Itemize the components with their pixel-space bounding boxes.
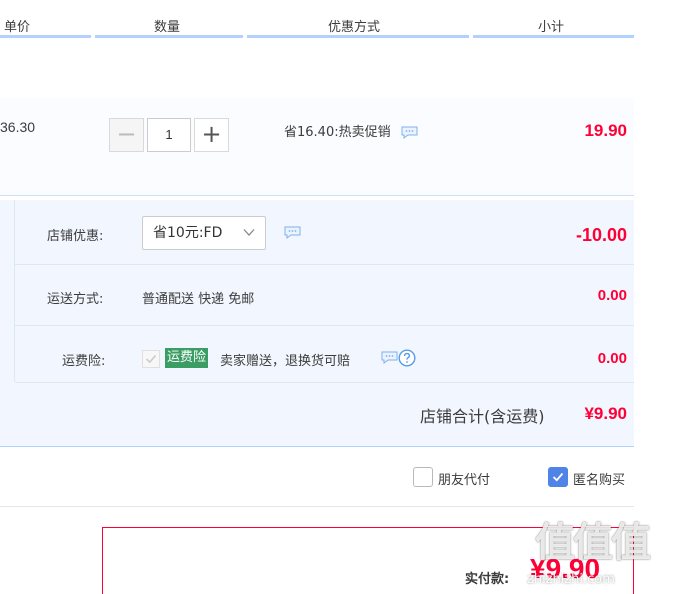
shop-divider (15, 325, 634, 326)
shipping-method-label: 运送方式: (47, 292, 104, 307)
shop-divider (15, 264, 634, 265)
header-underline (95, 35, 243, 38)
watermark-logo: 值值值 (535, 520, 651, 566)
cart-header: 单价 数量 优惠方式 小计 (0, 0, 634, 40)
anonymous-purchase-label: 匿名购买 (573, 473, 626, 488)
check-icon (145, 355, 157, 364)
promotion-text: 省16.40:热卖促销 (284, 125, 391, 140)
anonymous-purchase-checkbox[interactable] (548, 467, 568, 487)
decrease-quantity-button[interactable]: − (109, 118, 144, 152)
watermark-url: zhizhizhi.com (527, 572, 615, 587)
coupon-selected-value: 省10元:FD (153, 225, 223, 241)
header-price: 单价 (4, 20, 31, 35)
chevron-down-icon (243, 229, 255, 236)
increase-quantity-button[interactable]: + (194, 118, 229, 152)
actual-payment-label: 实付款: (465, 572, 510, 587)
friend-pay-checkbox[interactable] (413, 467, 433, 487)
shipping-value: 0.00 (597, 287, 627, 304)
item-promotion: 省16.40:热卖促销 (284, 121, 418, 140)
site-watermark: 值值值 zhizhizhi.com (525, 510, 682, 594)
insurance-tag: 运费险 (165, 348, 209, 368)
shop-coupon-label: 店铺优惠: (47, 229, 104, 244)
insurance-checkbox[interactable] (142, 350, 160, 368)
shop-total-label: 店铺合计(含运费) (420, 407, 545, 426)
message-icon[interactable] (284, 226, 301, 239)
shop-total-value: ¥9.90 (584, 404, 627, 423)
item-unit-price: 36.30 (0, 119, 36, 135)
shipping-method-text: 普通配送 快递 免邮 (142, 292, 255, 307)
quantity-input[interactable]: 1 (147, 118, 191, 152)
check-icon (552, 472, 564, 482)
section-divider (0, 506, 634, 507)
insurance-text: 卖家赠送，退换货可赔 (220, 354, 351, 369)
friend-pay-label: 朋友代付 (438, 473, 491, 488)
shop-coupon-select[interactable]: 省10元:FD (142, 216, 266, 250)
insurance-value: 0.00 (597, 350, 627, 367)
shop-coupon-value: -10.00 (575, 225, 627, 245)
shop-divider (14, 200, 15, 382)
help-icon[interactable] (398, 349, 416, 367)
message-icon[interactable] (381, 351, 398, 364)
shop-divider (15, 382, 634, 383)
header-underline (0, 35, 91, 38)
item-subtotal: 19.90 (584, 121, 627, 140)
message-icon[interactable] (401, 126, 418, 139)
header-promotion: 优惠方式 (328, 20, 381, 35)
header-underline (473, 35, 634, 38)
header-subtotal: 小计 (538, 20, 565, 35)
shipping-insurance-label: 运费险: (62, 354, 106, 369)
header-underline (247, 35, 469, 38)
header-quantity: 数量 (154, 20, 181, 35)
cart-item-row: 36.30 (0, 98, 634, 196)
